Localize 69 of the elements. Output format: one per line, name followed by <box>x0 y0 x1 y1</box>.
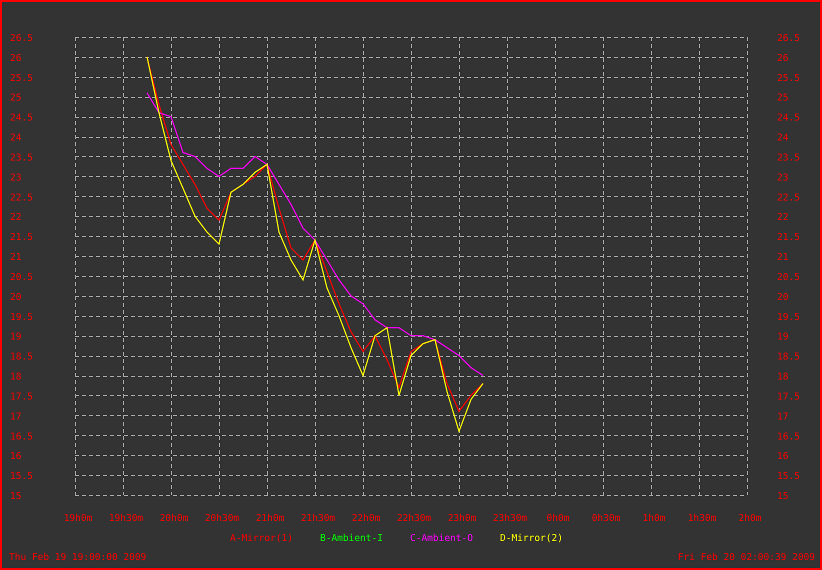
y-axis-label: 24.5 <box>10 112 33 124</box>
legend-label: A-Mirror(1) <box>230 533 293 544</box>
y-axis-label: 26.5 <box>10 33 33 44</box>
y-axis-label: 23 <box>10 172 22 184</box>
y-axis-label: 22 <box>777 212 788 224</box>
y-axis-label: 25.5 <box>777 72 800 84</box>
y-axis-label: 24 <box>10 132 22 144</box>
y-axis-label: 22 <box>10 212 22 224</box>
y-axis-label: 22.5 <box>10 192 33 204</box>
y-axis-label: 19 <box>10 332 22 343</box>
y-axis-label: 24 <box>777 132 788 144</box>
legend-label: D-Mirror(2) <box>500 533 563 544</box>
y-axis-label: 26.5 <box>777 33 800 44</box>
y-axis-label: 20 <box>777 292 788 303</box>
y-axis-label: 18.5 <box>777 352 800 363</box>
x-axis-label: 23h0m <box>448 513 476 524</box>
y-axis-label: 26 <box>10 52 22 64</box>
start-timestamp: Thu Feb 19 19:00:00 2009 <box>9 552 146 563</box>
x-axis-label: 20h30m <box>204 513 240 524</box>
legend-label: B-Ambient-I <box>320 533 383 544</box>
y-axis-label: 15 <box>10 491 22 502</box>
x-axis-label: 22h30m <box>396 513 432 524</box>
y-axis-label: 19.5 <box>777 312 800 323</box>
y-axis-label: 18.5 <box>10 352 33 363</box>
y-axis-label: 15 <box>777 491 788 502</box>
x-axis-label: 0h0m <box>546 513 570 524</box>
y-axis-label: 16 <box>777 451 788 462</box>
y-axis-label: 21.5 <box>777 232 800 244</box>
y-axis-label: 23.5 <box>10 152 33 164</box>
y-axis-label: 19.5 <box>10 312 33 323</box>
x-axis-label: 0h30m <box>592 513 620 524</box>
x-axis-label: 2h0m <box>738 513 762 524</box>
x-axis-label: 22h0m <box>352 513 380 524</box>
y-axis-label: 26 <box>777 52 788 64</box>
y-axis-label: 17.5 <box>777 391 800 402</box>
y-axis-label: 20.5 <box>10 272 33 283</box>
y-axis-label: 21 <box>10 252 22 264</box>
x-axis-label: 20h0m <box>160 513 188 524</box>
y-axis-label: 15.5 <box>777 471 800 482</box>
x-axis-label: 21h0m <box>256 513 284 524</box>
end-timestamp: Fri Feb 20 02:00:39 2009 <box>678 552 815 563</box>
y-axis-label: 25 <box>10 92 22 104</box>
y-axis-label: 15.5 <box>10 471 33 482</box>
y-axis-label: 25 <box>777 92 788 104</box>
y-axis-label: 20.5 <box>777 272 800 283</box>
y-axis-label: 19 <box>777 332 788 343</box>
y-axis-label: 21.5 <box>10 232 33 244</box>
x-axis-label: 19h0m <box>64 513 92 524</box>
y-axis-label: 18 <box>777 372 788 383</box>
y-axis-label: 23.5 <box>777 152 800 164</box>
y-axis-label: 17 <box>777 411 788 422</box>
y-axis-label: 24.5 <box>777 112 800 124</box>
x-axis-label: 1h30m <box>688 513 716 524</box>
y-axis-label: 23 <box>777 172 788 184</box>
y-axis-label: 16 <box>10 451 22 462</box>
legend-label: C-Ambient-O <box>410 533 473 544</box>
y-axis-label: 18 <box>10 372 22 383</box>
x-axis-label: 1h0m <box>642 513 666 524</box>
y-axis-label: 17.5 <box>10 391 33 402</box>
x-axis-label: 21h30m <box>300 513 336 524</box>
x-axis-label: 23h30m <box>492 513 528 524</box>
y-axis-label: 21 <box>777 252 788 264</box>
y-axis-label: 16.5 <box>10 431 33 442</box>
y-axis-label: 22.5 <box>777 192 800 204</box>
y-axis-label: 17 <box>10 411 22 422</box>
y-axis-label: 25.5 <box>10 72 33 84</box>
y-axis-label: 20 <box>10 292 22 303</box>
x-axis-label: 19h30m <box>108 513 144 524</box>
y-axis-label: 16.5 <box>777 431 800 442</box>
